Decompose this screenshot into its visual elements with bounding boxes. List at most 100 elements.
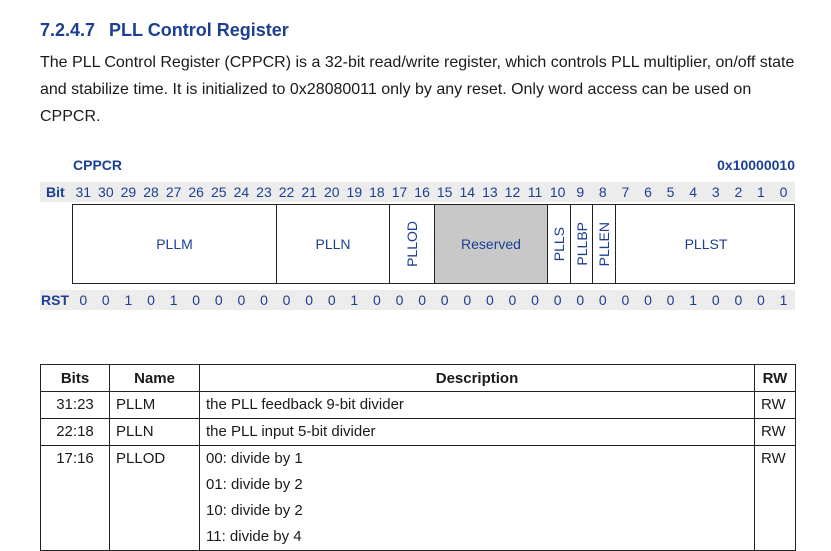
bit-number-cell: 9 (576, 184, 585, 200)
bit-number-cell: 28 (143, 184, 159, 200)
reset-value-cell: 0 (644, 292, 652, 308)
description-line: 11: divide by 4 (206, 528, 302, 545)
bit-number-cell: 10 (549, 184, 566, 200)
reset-value-cell: 0 (485, 292, 494, 308)
reset-value-cell: 0 (101, 292, 110, 308)
register-address: 0x10000010 (717, 157, 795, 173)
bit-number-cell: 8 (598, 184, 607, 200)
bit-number-cell: 17 (391, 184, 408, 200)
description-line: the PLL input 5-bit divider (206, 423, 376, 440)
reset-value-cell: 0 (440, 292, 449, 308)
bit-number-cell: 4 (689, 184, 698, 200)
reset-value-cell: 0 (418, 292, 426, 308)
bit-number-cell: 1 (757, 184, 765, 200)
reset-value-cell: 1 (124, 292, 133, 308)
header-description: Description (199, 364, 755, 392)
field-reserved: Reserved (434, 205, 547, 283)
reset-value-cell: 0 (305, 292, 314, 308)
reset-value-cell: 1 (350, 292, 359, 308)
reset-value-cell: 0 (598, 292, 607, 308)
register-field-diagram: PLLM PLLN PLLOD Reserved PLLS PLLBP PLLE… (72, 204, 795, 284)
cell-description: the PLL feedback 9-bit divider (199, 391, 755, 419)
reset-value-cell: 0 (576, 292, 585, 308)
bit-number-cell: 3 (711, 184, 720, 200)
reset-value-cell: 0 (79, 292, 88, 308)
bit-number-cell: 30 (98, 184, 114, 200)
reset-value-cell: 0 (373, 292, 381, 308)
reset-value-cell: 0 (508, 292, 517, 308)
bit-number-cell: 22 (278, 184, 295, 200)
bit-number-cell: 15 (436, 184, 453, 200)
reset-value-cell: 0 (237, 292, 246, 308)
field-pllen: PLLEN (592, 205, 615, 283)
reset-value-cell: 0 (192, 292, 201, 308)
field-pllbp: PLLBP (570, 205, 592, 283)
reset-value-cell: 0 (395, 292, 404, 308)
cell-rw: RW (754, 391, 796, 419)
bit-number-cell: 20 (323, 184, 340, 200)
bit-number-cell: 29 (120, 184, 137, 200)
header-name: Name (109, 364, 200, 392)
field-pllod: PLLOD (389, 205, 434, 283)
field-pllst: PLLST (615, 205, 796, 283)
bit-number-cell: 19 (346, 184, 363, 200)
cell-description: 00: divide by 1 01: divide by 2 10: divide… (199, 445, 755, 551)
description-line: 01: divide by 2 (206, 476, 303, 493)
bit-number-cell: 24 (233, 184, 250, 200)
bit-number-cell: 0 (779, 184, 788, 200)
bit-number-cell: 25 (210, 184, 227, 200)
field-pllm: PLLM (156, 236, 193, 252)
reset-value-cell: 0 (757, 292, 765, 308)
register-description-table: Bits Name Description RW 31:23 PLLM the PL… (40, 364, 796, 551)
section-paragraph: The PLL Control Register (CPPCR) is a 32… (40, 54, 795, 125)
table-row: 31:23 PLLM the PLL feedback 9-bit divider R… (40, 391, 796, 419)
field-plln: PLLN (276, 205, 389, 283)
bit-number-cell: 31 (75, 184, 92, 200)
reset-value-cell: 0 (260, 292, 268, 308)
bit-number-cell: 16 (414, 184, 430, 200)
reset-value-cell: 0 (621, 292, 630, 308)
cell-bits: 17:16 (40, 445, 110, 551)
bit-number-cell: 7 (621, 184, 630, 200)
section-heading: 7.2.4.7 PLL Control Register (40, 20, 289, 41)
reset-value-cell: 1 (779, 292, 788, 308)
reset-value-cell: 0 (666, 292, 675, 308)
section-title: PLL Control Register (109, 20, 289, 40)
reset-value-cell: 1 (689, 292, 698, 308)
cell-name: PLLOD (109, 445, 200, 551)
table-row: 17:16 PLLOD 00: divide by 1 01: divide by 2… (40, 445, 796, 551)
bit-number-cell: 18 (369, 184, 385, 200)
bit-number-cell: 27 (165, 184, 182, 200)
bit-number-cell: 12 (504, 184, 521, 200)
table-row: 22:18 PLLN the PLL input 5-bit divider RW (40, 418, 796, 446)
reset-value-cell: 0 (327, 292, 336, 308)
register-name: CPPCR (73, 157, 123, 173)
description-line: 10: divide by 2 (206, 502, 303, 519)
reset-value-cell: 0 (531, 292, 539, 308)
header-bits: Bits (40, 364, 110, 392)
cell-rw: RW (754, 445, 796, 551)
bit-number-cell: 2 (734, 184, 743, 200)
cell-name: PLLM (109, 391, 200, 419)
rst-row-label: RST (41, 292, 69, 308)
bit-number-cell: 26 (188, 184, 204, 200)
table-header-row: Bits Name Description RW (40, 364, 796, 392)
bit-number-cell: 14 (459, 184, 476, 200)
bit-row-label: Bit (46, 184, 65, 200)
cell-bits: 31:23 (40, 391, 110, 419)
cell-description: the PLL input 5-bit divider (199, 418, 755, 446)
bit-number-cell: 11 (527, 184, 543, 200)
description-line: 00: divide by 1 (206, 450, 303, 467)
cell-bits: 22:18 (40, 418, 110, 446)
header-rw: RW (754, 364, 796, 392)
bit-number-row: Bit 31 30 29 28 27 26 25 24 23 22 21 20 19 18 17 16 15 14… (40, 182, 795, 202)
cell-rw: RW (754, 418, 796, 446)
reset-value-cell: 0 (553, 292, 562, 308)
section-number: 7.2.4.7 (40, 20, 96, 40)
field-plls: PLLS (547, 205, 570, 283)
reset-value-cell: 1 (169, 292, 178, 308)
reset-value-cell: 0 (463, 292, 472, 308)
description-line: the PLL feedback 9-bit divider (206, 396, 404, 413)
bit-number-cell: 6 (644, 184, 652, 200)
reset-value-cell: 0 (214, 292, 223, 308)
